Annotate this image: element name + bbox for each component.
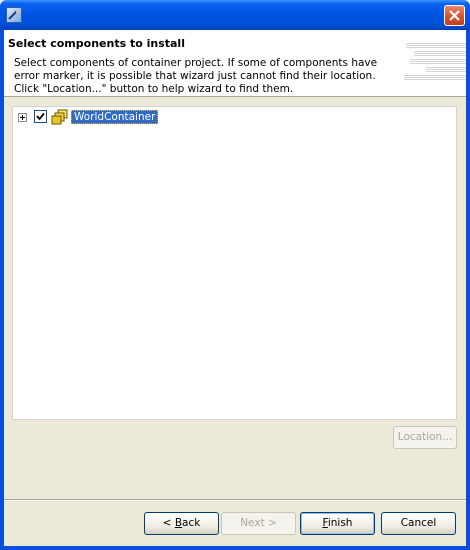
- cancel-button[interactable]: Cancel: [381, 512, 456, 535]
- tree-item-label[interactable]: WorldContainer: [71, 110, 159, 124]
- footer-separator: [4, 499, 466, 501]
- wizard-app-icon: [6, 7, 22, 23]
- back-button-label: ack: [182, 517, 201, 529]
- back-button[interactable]: < Back: [144, 512, 219, 535]
- page-title: Select components to install: [8, 37, 185, 50]
- components-icon: [51, 109, 69, 125]
- location-button[interactable]: Location...: [393, 426, 457, 449]
- back-button-prefix: <: [162, 517, 175, 529]
- back-button-mnemonic: B: [174, 517, 183, 529]
- wizard-header: Select components to install Select comp…: [4, 30, 466, 97]
- close-icon: [449, 10, 460, 21]
- wizard-window: Select components to install Select comp…: [0, 0, 470, 550]
- next-button[interactable]: Next >: [221, 512, 296, 535]
- expand-icon[interactable]: [18, 113, 27, 122]
- component-checkbox[interactable]: [34, 110, 47, 123]
- checkmark-icon: [36, 112, 45, 121]
- finish-button[interactable]: Finish: [300, 512, 375, 535]
- dialog-client-area: Select components to install Select comp…: [4, 30, 466, 546]
- finish-button-label: inish: [327, 517, 353, 529]
- title-bar[interactable]: [0, 0, 470, 30]
- close-button[interactable]: [444, 5, 465, 26]
- components-tree[interactable]: WorldContainer: [12, 106, 457, 420]
- page-description: Select components of container project. …: [14, 57, 378, 95]
- wizard-banner-image: [398, 42, 466, 90]
